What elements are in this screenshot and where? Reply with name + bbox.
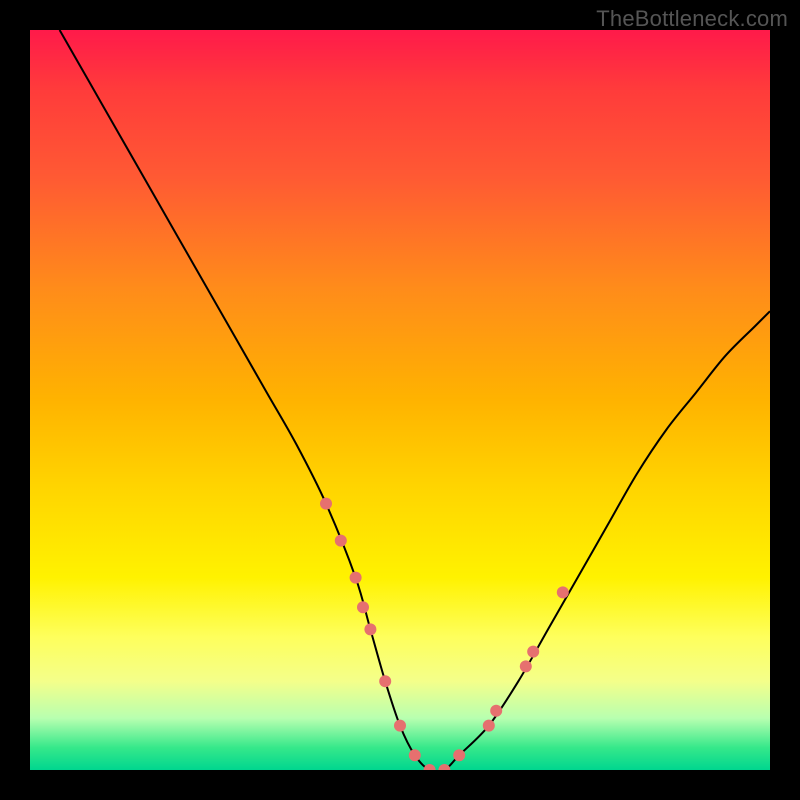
watermark-text: TheBottleneck.com bbox=[596, 6, 788, 32]
highlight-dot bbox=[483, 720, 495, 732]
highlight-dot bbox=[335, 535, 347, 547]
highlight-dot bbox=[520, 660, 532, 672]
highlight-dot bbox=[409, 749, 421, 761]
highlight-dot bbox=[557, 586, 569, 598]
bottleneck-curve-line bbox=[60, 30, 770, 770]
highlight-dot bbox=[424, 764, 436, 770]
highlight-dot bbox=[320, 498, 332, 510]
highlight-dot bbox=[490, 705, 502, 717]
highlight-dot bbox=[364, 623, 376, 635]
chart-svg bbox=[30, 30, 770, 770]
highlight-dot bbox=[438, 764, 450, 770]
chart-plot-area bbox=[30, 30, 770, 770]
highlight-dot bbox=[350, 572, 362, 584]
highlight-dot bbox=[453, 749, 465, 761]
highlight-dot bbox=[527, 646, 539, 658]
highlight-dots-group bbox=[320, 498, 569, 770]
highlight-dot bbox=[394, 720, 406, 732]
highlight-dot bbox=[379, 675, 391, 687]
highlight-dot bbox=[357, 601, 369, 613]
